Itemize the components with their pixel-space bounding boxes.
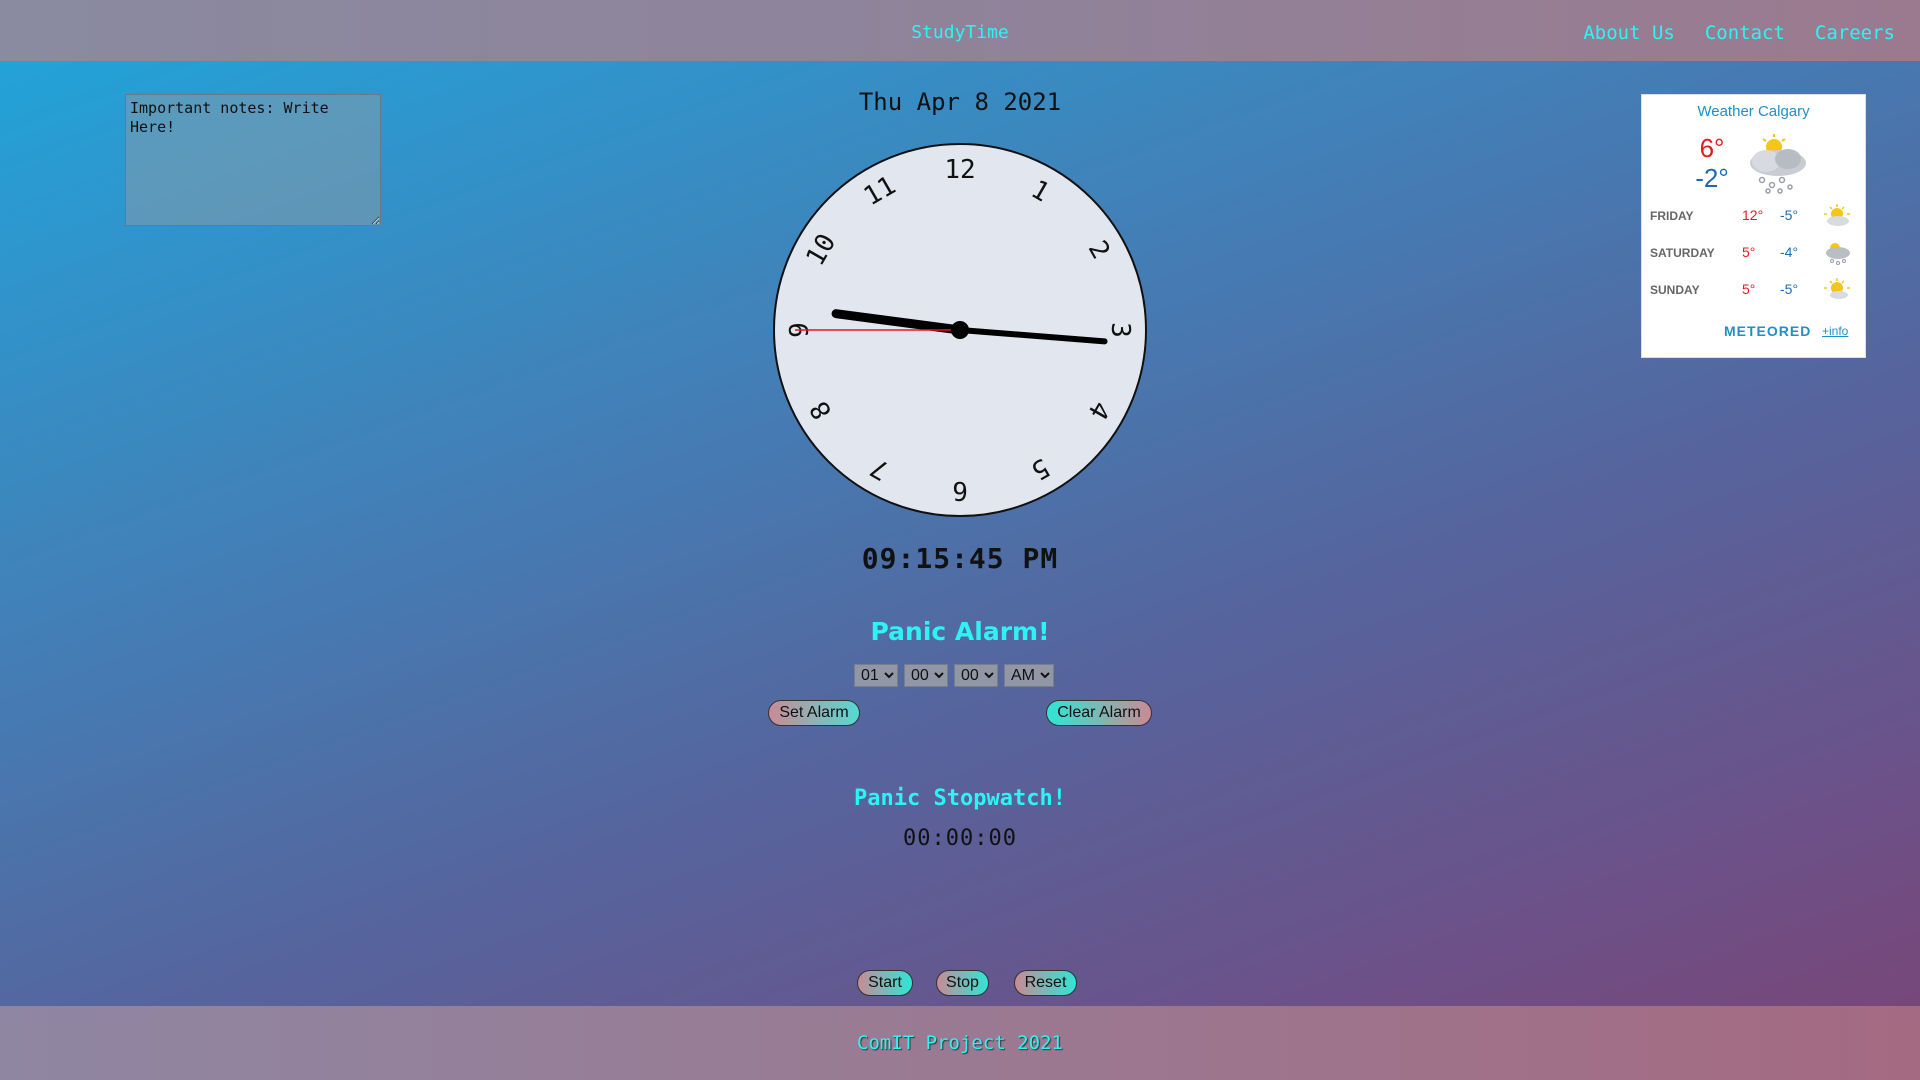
clear-alarm-button[interactable]: Clear Alarm (1046, 700, 1152, 726)
clock-number-12: 12 (944, 155, 975, 185)
forecast-day: SUNDAY (1650, 283, 1700, 297)
clock-number-3: 3 (1105, 322, 1135, 338)
forecast-row: FRIDAY 12° -5° (1650, 204, 1860, 228)
sun-cloud-icon (1824, 204, 1850, 226)
sun-cloud-icon (1824, 278, 1850, 299)
set-alarm-button[interactable]: Set Alarm (768, 700, 860, 726)
alarm-minute-select[interactable]: 00 (904, 664, 948, 687)
forecast-high: 5° (1742, 281, 1756, 297)
footer-text: ComIT Project 2021 (857, 1032, 1063, 1054)
clock-number-6: 6 (952, 475, 968, 505)
alarm-time-selectors: 01 00 00 AM (854, 664, 1054, 687)
clock-center-pin (951, 321, 969, 339)
stopwatch-display: 00:00:00 (903, 826, 1017, 851)
stopwatch-start-button[interactable]: Start (857, 970, 913, 996)
alarm-title: Panic Alarm! (870, 617, 1050, 646)
digital-time: 09:15:45 PM (861, 542, 1059, 575)
forecast-low: -5° (1780, 207, 1799, 223)
current-date: Thu Apr 8 2021 (858, 88, 1062, 116)
alarm-second-select[interactable]: 00 (954, 664, 998, 687)
stopwatch-stop-button[interactable]: Stop (936, 970, 989, 996)
alarm-hour-select[interactable]: 01 (854, 664, 898, 687)
weather-widget[interactable]: Weather Calgary 6° -2° FRIDAY 12° -5° SA… (1641, 94, 1866, 358)
forecast-high: 5° (1742, 244, 1756, 260)
snow-cloud-icon (1750, 134, 1806, 194)
forecast-high: 12° (1742, 207, 1764, 223)
forecast-day: SATURDAY (1650, 246, 1715, 260)
forecast-day: FRIDAY (1650, 209, 1694, 223)
nav-careers[interactable]: Careers (1815, 22, 1895, 44)
forecast-row: SATURDAY 5° -4° (1650, 241, 1860, 265)
main-nav: About Us Contact Careers (1583, 22, 1895, 44)
weather-today-high: 6° (1699, 133, 1725, 163)
footer: ComIT Project 2021 (0, 1006, 1920, 1080)
stopwatch-title: Panic Stopwatch! (854, 786, 1066, 811)
stopwatch-reset-button[interactable]: Reset (1014, 970, 1077, 996)
nav-contact[interactable]: Contact (1705, 22, 1785, 44)
clock-face: 121234567891011 (773, 143, 1147, 517)
alarm-ampm-select[interactable]: AM (1004, 664, 1054, 687)
analog-clock: 12 1 2 3 4 5 6 7 8 9 10 11 (772, 142, 1148, 518)
nav-about-us[interactable]: About Us (1583, 22, 1675, 44)
weather-today-low: -2° (1695, 163, 1729, 193)
meteored-logo[interactable]: METEORED (1724, 323, 1811, 339)
forecast-low: -4° (1780, 244, 1799, 260)
forecast-low: -5° (1780, 281, 1799, 297)
snow-cloud-icon (1826, 243, 1850, 265)
top-bar: StudyTime About Us Contact Careers (0, 0, 1920, 61)
forecast-row: SUNDAY 5° -5° (1650, 278, 1860, 302)
weather-info-link[interactable]: +info (1822, 324, 1848, 338)
weather-title[interactable]: Weather Calgary (1642, 103, 1865, 120)
